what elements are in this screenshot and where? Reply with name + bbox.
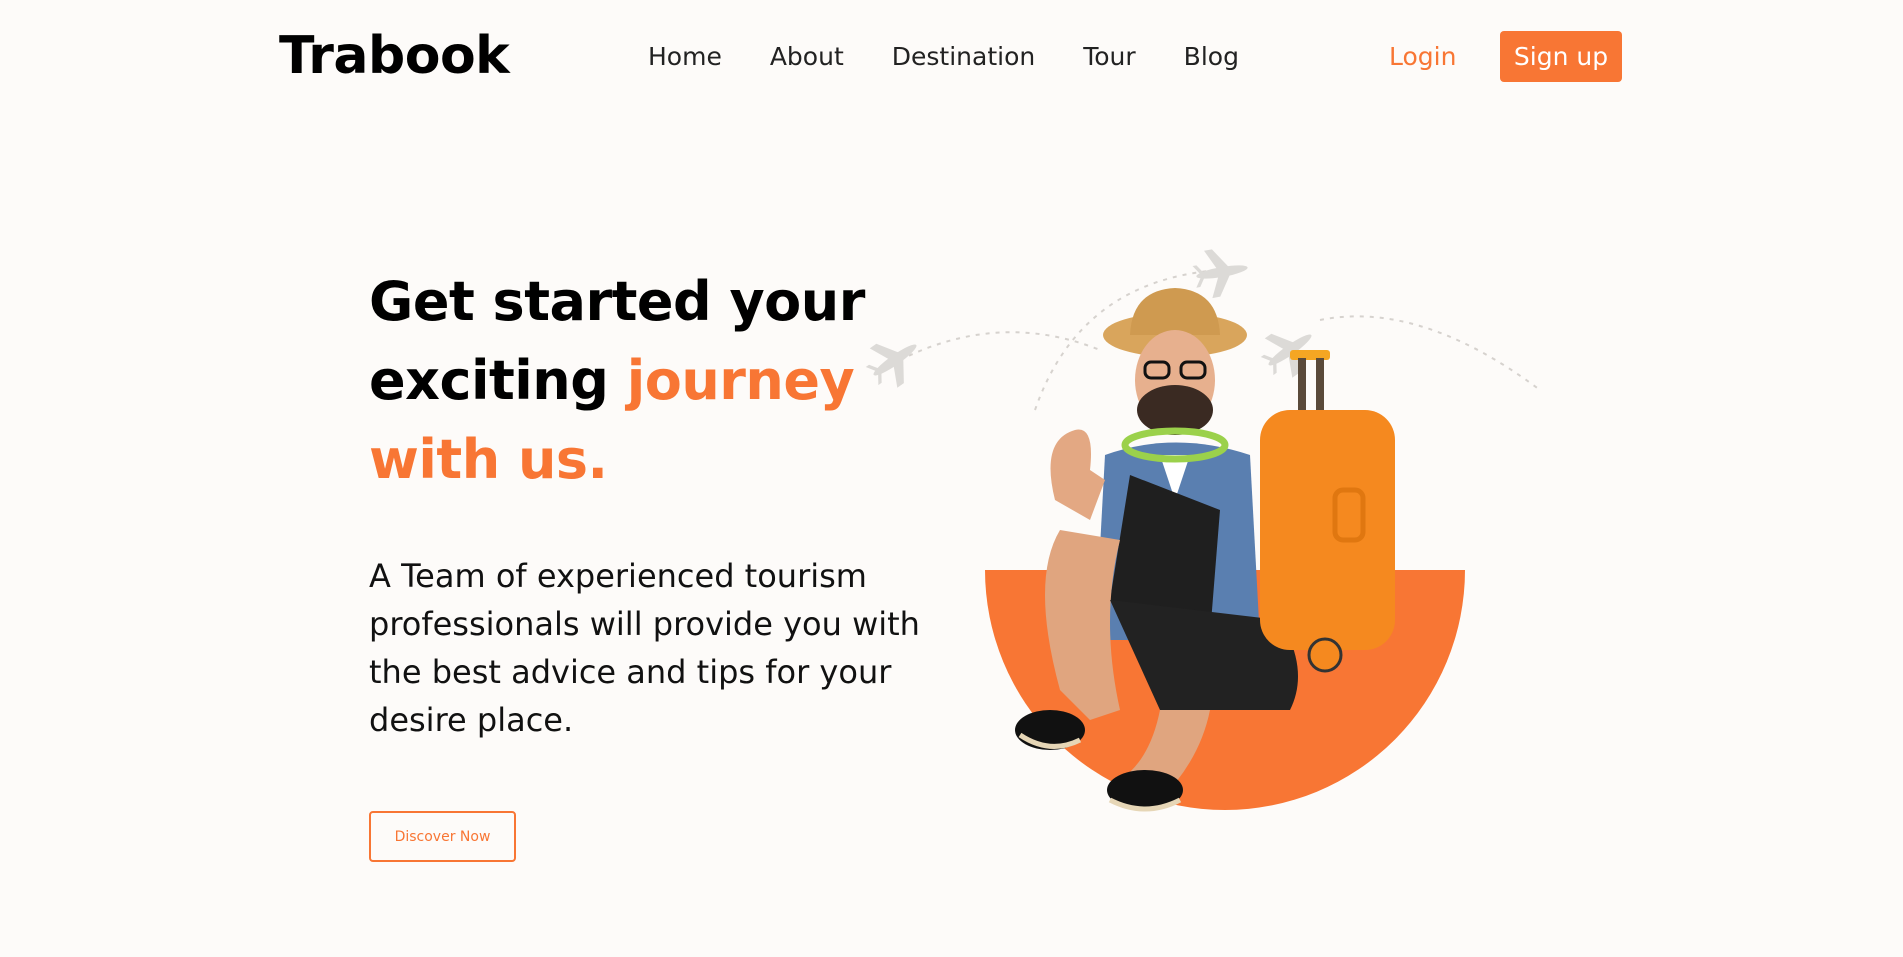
login-link[interactable]: Login	[1389, 42, 1456, 71]
airplane-icon	[1192, 249, 1248, 299]
site-header: Trabook Home About Destination Tour Blog…	[0, 0, 1903, 112]
hero-illustration	[865, 249, 1541, 812]
airplane-icon	[865, 343, 917, 388]
suitcase	[1260, 350, 1395, 673]
nav-about[interactable]: About	[770, 42, 844, 71]
brand-logo[interactable]: Trabook	[279, 26, 510, 86]
main-nav: Home About Destination Tour Blog	[648, 42, 1287, 71]
nav-blog[interactable]: Blog	[1184, 42, 1239, 71]
discover-now-button[interactable]: Discover Now	[369, 811, 516, 862]
signup-button[interactable]: Sign up	[1500, 31, 1622, 82]
hero-headline: Get started your exciting journey with u…	[369, 262, 929, 499]
nav-home[interactable]: Home	[648, 42, 722, 71]
nav-tour[interactable]: Tour	[1083, 42, 1135, 71]
nav-destination[interactable]: Destination	[892, 42, 1035, 71]
